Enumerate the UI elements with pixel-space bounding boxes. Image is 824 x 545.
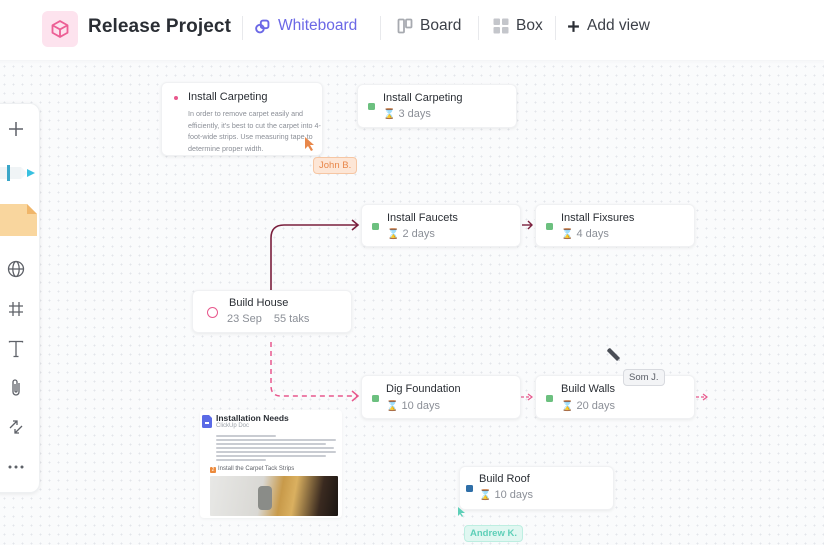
task-title: Install Fixsures bbox=[561, 212, 635, 224]
task-title: Build Roof bbox=[479, 473, 530, 485]
hourglass-icon: ⌛ bbox=[386, 400, 399, 412]
task-duration: ⌛ 10 days bbox=[479, 489, 533, 501]
duration-text: 4 days bbox=[576, 228, 609, 240]
tool-text[interactable] bbox=[1, 334, 31, 364]
task-title: Dig Foundation bbox=[386, 383, 461, 395]
status-indicator bbox=[466, 485, 473, 492]
status-indicator bbox=[372, 395, 379, 402]
tool-frame[interactable] bbox=[1, 294, 31, 324]
milestone-card-build-house[interactable]: Build House 23 Sep 55 taks bbox=[192, 290, 352, 333]
collaborator-label-som: Som J. bbox=[623, 369, 665, 386]
task-card-install-carpeting[interactable]: Install Carpeting ⌛ 3 days bbox=[357, 84, 517, 128]
task-card-install-faucets[interactable]: Install Faucets ⌛ 2 days bbox=[361, 204, 521, 247]
task-card-build-roof[interactable]: Build Roof ⌛ 10 days bbox=[459, 466, 614, 510]
doc-text-line bbox=[216, 443, 326, 445]
doc-step-badge: 2 bbox=[210, 467, 216, 473]
milestone-ring-icon bbox=[207, 307, 218, 318]
tool-add[interactable] bbox=[1, 114, 31, 144]
doc-text-line bbox=[216, 447, 334, 449]
task-title: Install Faucets bbox=[387, 212, 458, 224]
pencil-cursor-icon bbox=[607, 348, 620, 361]
hashtag-frame-icon bbox=[9, 302, 23, 316]
task-card-build-walls[interactable]: Build Walls ⌛ 20 days bbox=[535, 375, 695, 419]
hourglass-icon: ⌛ bbox=[383, 108, 396, 120]
whiteboard-toolbar bbox=[0, 103, 40, 493]
note-title: Install Carpeting bbox=[188, 91, 268, 103]
marker-pen-icon bbox=[0, 165, 35, 181]
text-icon bbox=[8, 340, 24, 358]
doc-text-line bbox=[216, 435, 276, 437]
hammer-shape bbox=[258, 486, 272, 510]
duration-text: 10 days bbox=[494, 489, 533, 501]
duration-text: 3 days bbox=[398, 108, 431, 120]
tool-connector[interactable] bbox=[1, 412, 31, 442]
doc-icon bbox=[202, 415, 212, 428]
note-bullet bbox=[174, 96, 178, 100]
collaborator-label-john: John B. bbox=[313, 157, 358, 174]
task-duration: ⌛ 2 days bbox=[387, 228, 435, 240]
paperclip-icon bbox=[12, 379, 20, 396]
doc-image bbox=[210, 476, 338, 516]
task-duration: ⌛ 20 days bbox=[561, 400, 615, 412]
connector-buildhouse-to-faucets bbox=[270, 224, 358, 292]
duration-text: 20 days bbox=[576, 400, 615, 412]
duration-text: 10 days bbox=[401, 400, 440, 412]
arrowhead bbox=[351, 390, 360, 402]
doc-subtitle: ClickUp Doc bbox=[216, 423, 250, 429]
task-duration: ⌛ 10 days bbox=[386, 400, 440, 412]
hourglass-icon: ⌛ bbox=[387, 228, 400, 240]
milestone-title: Build House bbox=[229, 297, 289, 309]
doc-text-line bbox=[216, 459, 266, 461]
hourglass-icon: ⌛ bbox=[479, 489, 492, 501]
connector-arrows-icon bbox=[9, 420, 23, 434]
duration-text: 2 days bbox=[402, 228, 435, 240]
hourglass-icon: ⌛ bbox=[561, 228, 574, 240]
tool-web-embed[interactable] bbox=[1, 254, 31, 284]
task-title: Build Walls bbox=[561, 383, 615, 395]
tool-more[interactable] bbox=[1, 452, 31, 482]
cursor-icon bbox=[458, 507, 465, 517]
plus-icon bbox=[9, 122, 23, 136]
sticky-note-icon bbox=[0, 204, 37, 236]
task-card-dig-foundation[interactable]: Dig Foundation ⌛ 10 days bbox=[361, 375, 521, 419]
doc-text-line bbox=[216, 439, 336, 441]
doc-text-line bbox=[216, 451, 336, 453]
doc-title: Installation Needs bbox=[216, 413, 289, 423]
hourglass-icon: ⌛ bbox=[561, 400, 574, 412]
note-card[interactable]: Install Carpeting In order to remove car… bbox=[161, 82, 323, 156]
collaborator-label-andrew: Andrew K. bbox=[464, 525, 523, 542]
status-indicator bbox=[546, 223, 553, 230]
connectors-layer bbox=[270, 219, 708, 402]
task-duration: ⌛ 4 days bbox=[561, 228, 609, 240]
task-duration: ⌛ 3 days bbox=[383, 108, 431, 120]
status-indicator bbox=[368, 103, 375, 110]
status-indicator bbox=[546, 395, 553, 402]
task-card-install-fixsures[interactable]: Install Fixsures ⌛ 4 days bbox=[535, 204, 695, 247]
milestone-task-count: 55 taks bbox=[273, 313, 310, 325]
connector-buildhouse-to-foundation bbox=[270, 342, 357, 397]
tool-pen[interactable] bbox=[0, 158, 39, 188]
globe-icon bbox=[7, 260, 25, 278]
more-dots-icon bbox=[8, 465, 24, 469]
tool-sticky-note[interactable] bbox=[0, 204, 37, 236]
doc-step-label: Install the Carpet Tack Strips bbox=[218, 466, 295, 472]
doc-text-line bbox=[216, 455, 326, 457]
cursor-icon bbox=[305, 137, 314, 151]
task-title: Install Carpeting bbox=[383, 92, 463, 104]
doc-card-installation-needs[interactable]: Installation Needs ClickUp Doc 2 Install… bbox=[200, 410, 342, 518]
milestone-date: 23 Sep bbox=[227, 313, 262, 325]
milestone-meta: 23 Sep 55 taks bbox=[227, 313, 309, 325]
status-indicator bbox=[372, 223, 379, 230]
tool-attachment[interactable] bbox=[1, 373, 31, 403]
